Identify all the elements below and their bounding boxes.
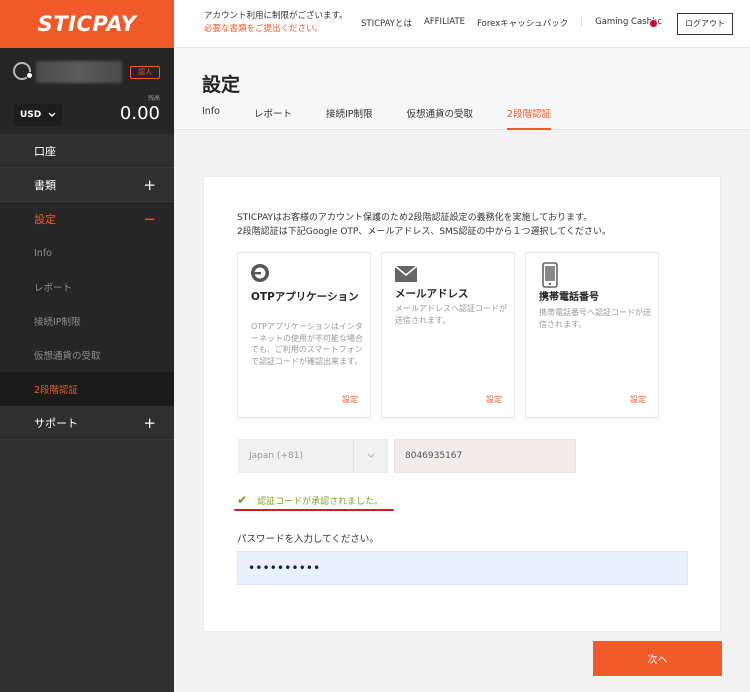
plus-icon: + xyxy=(143,413,156,432)
option-description: OTPアプリケーションはインターネットの使用が不可能な場合でも、ご利用のスマート… xyxy=(251,322,363,366)
sidebar-item-support[interactable]: サポート + xyxy=(0,406,174,440)
option-title: 携帯電話番号 xyxy=(539,292,599,303)
chevron-down-icon xyxy=(48,112,56,117)
2fa-description: STICPAYはお客様のアカウント保護のため2段階認証設定の義務化を実施しており… xyxy=(237,211,611,239)
mobile-phone-icon xyxy=(542,262,558,288)
sidebar-subitem-2fa[interactable]: 2段階認証 xyxy=(0,372,174,406)
description-line: STICPAYはお客様のアカウント保護のため2段階認証設定の義務化を実施しており… xyxy=(237,213,593,223)
password-input[interactable] xyxy=(237,551,688,585)
sticpay-logo: STICPAY xyxy=(37,12,137,36)
logo-area[interactable]: STICPAY xyxy=(0,0,174,48)
currency-value: USD xyxy=(20,110,42,120)
minus-icon: − xyxy=(143,210,156,228)
top-bar: アカウント利用に制限がございます。 必要な書類をご提出ください。 STICPAY… xyxy=(174,0,750,48)
verified-message: 認証コードが承認されました。 xyxy=(257,496,384,507)
sidebar-subitem-ip-restriction[interactable]: 接続IP制限 xyxy=(0,304,174,338)
envelope-icon xyxy=(394,265,418,282)
sidebar-item-settings[interactable]: 設定 − xyxy=(0,202,174,236)
tab-info[interactable]: Info xyxy=(202,106,220,130)
country-code-select[interactable]: Japan (+81) xyxy=(238,439,388,473)
option-description: 携帯電話番号へ認証コードが送信されます。 xyxy=(539,308,651,329)
password-label: パスワードを入力してください。 xyxy=(237,534,379,545)
balance-label: 残高 xyxy=(147,95,160,102)
sidebar-item-documents[interactable]: 書類 + xyxy=(0,168,174,202)
nav-link-about[interactable]: STICPAYとは xyxy=(361,17,412,29)
sidebar-item-label: 口座 xyxy=(34,144,56,158)
option-title: OTPアプリケーション xyxy=(251,291,359,303)
currency-select[interactable]: USD xyxy=(14,104,62,126)
otp-app-icon xyxy=(251,264,269,282)
page-title: 設定 xyxy=(202,74,241,96)
option-set-link[interactable]: 設定 xyxy=(486,394,502,405)
next-button[interactable]: 次へ xyxy=(593,641,722,676)
description-line: 2段階認証は下記Google OTP、メールアドレス、SMS認証の中から１つ選択… xyxy=(237,227,611,237)
option-otp-app[interactable]: OTPアプリケーション OTPアプリケーションはインターネットの使用が不可能な場… xyxy=(237,252,371,418)
sidebar-item-label: 書類 xyxy=(34,178,56,192)
option-phone[interactable]: 携帯電話番号 携帯電話番号へ認証コードが送信されます。 設定 xyxy=(525,252,659,418)
chevron-down-icon xyxy=(353,440,387,472)
page-header: 設定 Info レポート 接続IP制限 仮想通貨の受取 2段階認証 xyxy=(174,48,750,130)
account-notice: アカウント利用に制限がございます。 必要な書類をご提出ください。 xyxy=(204,10,348,36)
tab-report[interactable]: レポート xyxy=(254,106,292,130)
phone-number-field[interactable]: 8046935167 xyxy=(394,439,576,473)
sidebar: STICPAY 認人 USD 残高 0.00 口座 書類 + 設定 − Info… xyxy=(0,0,174,692)
check-icon: ✔ xyxy=(237,493,248,507)
japan-flag-icon[interactable] xyxy=(649,19,658,28)
option-description: メールアドレスへ認証コードが送信されます。 xyxy=(395,304,507,325)
tab-2fa[interactable]: 2段階認証 xyxy=(507,106,552,130)
nav-separator: | xyxy=(580,17,584,27)
sidebar-item-account[interactable]: 口座 xyxy=(0,134,174,168)
tab-crypto-receive[interactable]: 仮想通貨の受取 xyxy=(407,106,474,130)
option-email[interactable]: メールアドレス メールアドレスへ認証コードが送信されます。 設定 xyxy=(381,252,515,418)
top-nav: STICPAYとは AFFILIATE Forexキャッシュバック | Gami… xyxy=(361,17,674,29)
status-dot-icon xyxy=(26,72,33,79)
user-panel: 認人 USD 残高 0.00 xyxy=(0,48,174,134)
settings-tabs: Info レポート 接続IP制限 仮想通貨の受取 2段階認証 xyxy=(202,106,585,130)
sidebar-subitem-crypto-receive[interactable]: 仮想通貨の受取 xyxy=(0,338,174,372)
option-set-link[interactable]: 設定 xyxy=(342,394,358,405)
notice-line: アカウント利用に制限がございます。 xyxy=(204,11,348,21)
option-title: メールアドレス xyxy=(395,288,469,300)
country-code-value: Japan (+81) xyxy=(249,451,303,461)
verification-status: ✔ 認証コードが承認されました。 xyxy=(237,493,383,507)
option-set-link[interactable]: 設定 xyxy=(630,394,646,405)
sidebar-item-label: 設定 xyxy=(34,213,56,226)
logout-button[interactable]: ログアウト xyxy=(677,13,733,35)
notice-warning[interactable]: 必要な書類をご提出ください。 xyxy=(204,23,348,36)
sidebar-item-label: サポート xyxy=(34,416,78,430)
tab-ip-restriction[interactable]: 接続IP制限 xyxy=(326,106,373,130)
plus-icon: + xyxy=(143,175,156,194)
2fa-card: STICPAYはお客様のアカウント保護のため2段階認証設定の義務化を実施しており… xyxy=(203,176,721,632)
sidebar-subitem-report[interactable]: レポート xyxy=(0,270,174,304)
verification-badge[interactable]: 認人 xyxy=(130,66,160,79)
nav-link-affiliate[interactable]: AFFILIATE xyxy=(424,17,465,29)
nav-link-forex-cashback[interactable]: Forexキャッシュバック xyxy=(477,17,568,29)
sidebar-nav: 口座 書類 + 設定 − Info レポート 接続IP制限 仮想通貨の受取 2段… xyxy=(0,134,174,440)
user-name-blurred xyxy=(36,61,122,83)
sidebar-subitem-info[interactable]: Info xyxy=(0,236,174,270)
balance-amount: 0.00 xyxy=(119,103,160,124)
annotation-underline xyxy=(234,509,394,511)
